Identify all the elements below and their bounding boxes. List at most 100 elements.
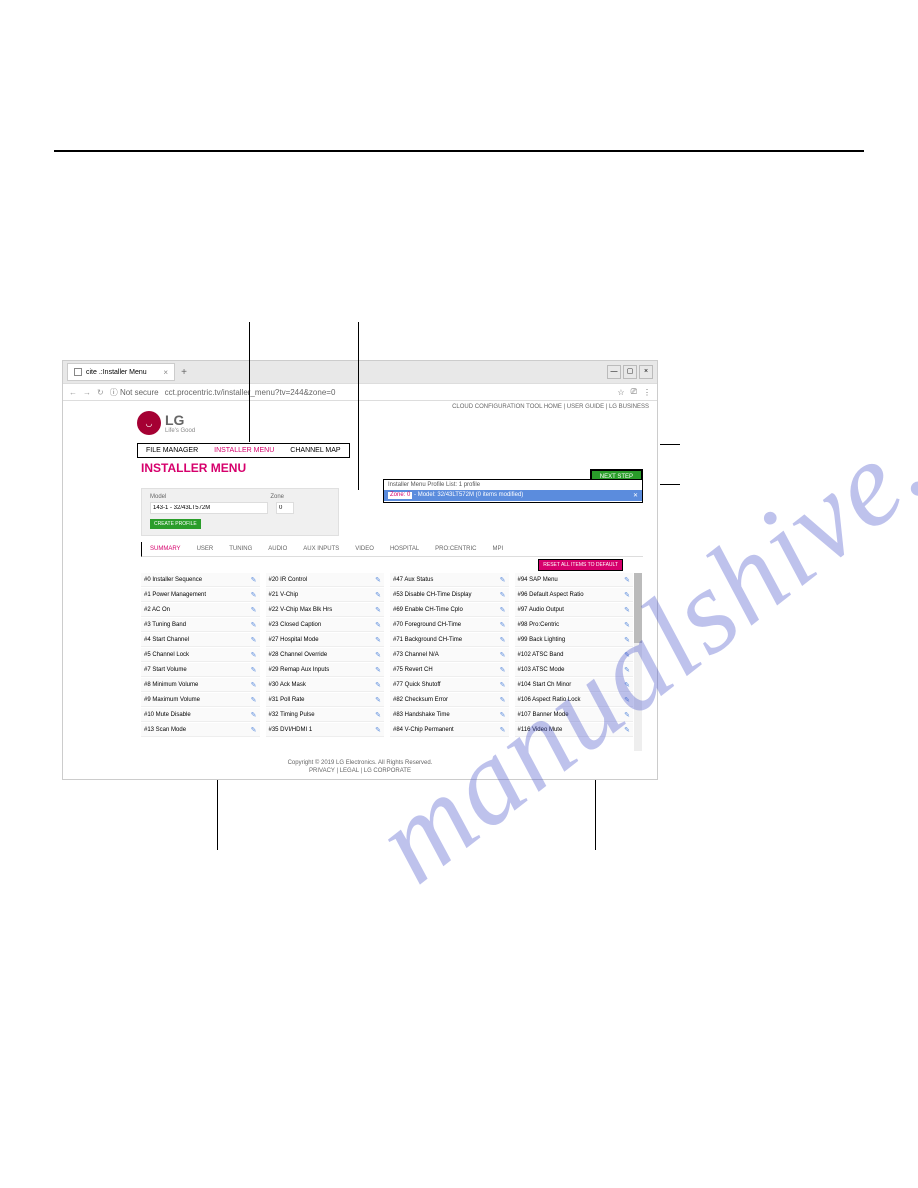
edit-icon[interactable]: ✎ bbox=[375, 591, 381, 599]
edit-icon[interactable]: ✎ bbox=[251, 576, 257, 584]
settings-item[interactable]: #7 Start Volume✎ bbox=[141, 663, 260, 677]
edit-icon[interactable]: ✎ bbox=[500, 636, 506, 644]
settings-item[interactable]: #29 Remap Aux Inputs✎ bbox=[266, 663, 385, 677]
settings-item[interactable]: #20 IR Control✎ bbox=[266, 573, 385, 587]
edit-icon[interactable]: ✎ bbox=[375, 696, 381, 704]
edit-icon[interactable]: ✎ bbox=[500, 681, 506, 689]
settings-item[interactable]: #21 V-Chip✎ bbox=[266, 588, 385, 602]
edit-icon[interactable]: ✎ bbox=[375, 726, 381, 734]
settings-item[interactable]: #9 Maximum Volume✎ bbox=[141, 693, 260, 707]
profile-list-entry[interactable]: Zone: 0 - Model: 32/43LT572M (0 items mo… bbox=[384, 490, 642, 501]
edit-icon[interactable]: ✎ bbox=[375, 636, 381, 644]
edit-icon[interactable]: ✎ bbox=[375, 606, 381, 614]
edit-icon[interactable]: ✎ bbox=[500, 651, 506, 659]
edit-icon[interactable]: ✎ bbox=[500, 591, 506, 599]
edit-icon[interactable]: ✎ bbox=[251, 621, 257, 629]
settings-item[interactable]: #27 Hospital Mode✎ bbox=[266, 633, 385, 647]
edit-icon[interactable]: ✎ bbox=[624, 726, 630, 734]
tab-aux-inputs[interactable]: AUX INPUTS bbox=[295, 542, 347, 556]
edit-icon[interactable]: ✎ bbox=[251, 696, 257, 704]
settings-item[interactable]: #13 Scan Mode✎ bbox=[141, 723, 260, 737]
edit-icon[interactable]: ✎ bbox=[375, 711, 381, 719]
model-input[interactable] bbox=[150, 502, 268, 514]
settings-item[interactable]: #30 Ack Mask✎ bbox=[266, 678, 385, 692]
edit-icon[interactable]: ✎ bbox=[251, 711, 257, 719]
settings-item[interactable]: #28 Channel Override✎ bbox=[266, 648, 385, 662]
settings-item[interactable]: #1 Power Management✎ bbox=[141, 588, 260, 602]
settings-item[interactable]: #35 DVI/HDMI 1✎ bbox=[266, 723, 385, 737]
settings-item[interactable]: #98 Pro:Centric✎ bbox=[515, 618, 634, 632]
edit-icon[interactable]: ✎ bbox=[375, 681, 381, 689]
settings-item[interactable]: #116 Video Mute✎ bbox=[515, 723, 634, 737]
tab-user[interactable]: USER bbox=[189, 542, 222, 556]
edit-icon[interactable]: ✎ bbox=[500, 711, 506, 719]
nav-channel-map[interactable]: CHANNEL MAP bbox=[282, 444, 348, 457]
settings-item[interactable]: #83 Handshake Time✎ bbox=[390, 708, 509, 722]
settings-item[interactable]: #4 Start Channel✎ bbox=[141, 633, 260, 647]
delete-icon[interactable]: ✕ bbox=[633, 492, 638, 499]
edit-icon[interactable]: ✎ bbox=[624, 711, 630, 719]
edit-icon[interactable]: ✎ bbox=[500, 576, 506, 584]
header-links[interactable]: CLOUD CONFIGURATION TOOL HOME | USER GUI… bbox=[452, 404, 649, 410]
edit-icon[interactable]: ✎ bbox=[500, 666, 506, 674]
settings-item[interactable]: #75 Revert CH✎ bbox=[390, 663, 509, 677]
menu-icon[interactable]: ⋮ bbox=[643, 388, 651, 397]
edit-icon[interactable]: ✎ bbox=[624, 696, 630, 704]
edit-icon[interactable]: ✎ bbox=[375, 576, 381, 584]
minimize-icon[interactable]: — bbox=[607, 365, 621, 379]
settings-item[interactable]: #69 Enable CH-Time Cplo✎ bbox=[390, 603, 509, 617]
url-text[interactable]: cct.procentric.tv/installer_menu?tv=244&… bbox=[165, 388, 612, 397]
maximize-icon[interactable]: ▢ bbox=[623, 365, 637, 379]
edit-icon[interactable]: ✎ bbox=[251, 636, 257, 644]
edit-icon[interactable]: ✎ bbox=[251, 666, 257, 674]
close-icon[interactable]: × bbox=[163, 368, 168, 377]
edit-icon[interactable]: ✎ bbox=[624, 666, 630, 674]
settings-item[interactable]: #23 Closed Caption✎ bbox=[266, 618, 385, 632]
reset-all-button[interactable]: RESET ALL ITEMS TO DEFAULT bbox=[538, 559, 623, 571]
settings-item[interactable]: #96 Default Aspect Ratio✎ bbox=[515, 588, 634, 602]
edit-icon[interactable]: ✎ bbox=[624, 576, 630, 584]
edit-icon[interactable]: ✎ bbox=[500, 726, 506, 734]
tab-video[interactable]: VIDEO bbox=[347, 542, 382, 556]
settings-item[interactable]: #102 ATSC Band✎ bbox=[515, 648, 634, 662]
settings-item[interactable]: #3 Tuning Band✎ bbox=[141, 618, 260, 632]
edit-icon[interactable]: ✎ bbox=[251, 591, 257, 599]
tab-hospital[interactable]: HOSPITAL bbox=[382, 542, 427, 556]
settings-item[interactable]: #94 SAP Menu✎ bbox=[515, 573, 634, 587]
edit-icon[interactable]: ✎ bbox=[375, 651, 381, 659]
settings-item[interactable]: #47 Aux Status✎ bbox=[390, 573, 509, 587]
settings-item[interactable]: #2 AC On✎ bbox=[141, 603, 260, 617]
edit-icon[interactable]: ✎ bbox=[624, 621, 630, 629]
edit-icon[interactable]: ✎ bbox=[375, 666, 381, 674]
settings-item[interactable]: #31 Poll Rate✎ bbox=[266, 693, 385, 707]
settings-item[interactable]: #106 Aspect Ratio Lock✎ bbox=[515, 693, 634, 707]
tab-summary[interactable]: SUMMARY bbox=[142, 542, 189, 556]
settings-item[interactable]: #84 V-Chip Permanent✎ bbox=[390, 723, 509, 737]
settings-item[interactable]: #82 Checksum Error✎ bbox=[390, 693, 509, 707]
settings-item[interactable]: #22 V-Chip Max Blk Hrs✎ bbox=[266, 603, 385, 617]
edit-icon[interactable]: ✎ bbox=[251, 681, 257, 689]
settings-item[interactable]: #104 Start Ch Minor✎ bbox=[515, 678, 634, 692]
settings-item[interactable]: #0 Installer Sequence✎ bbox=[141, 573, 260, 587]
edit-icon[interactable]: ✎ bbox=[375, 621, 381, 629]
settings-item[interactable]: #73 Channel N/A✎ bbox=[390, 648, 509, 662]
edit-icon[interactable]: ✎ bbox=[624, 651, 630, 659]
create-profile-button[interactable]: CREATE PROFILE bbox=[150, 519, 201, 529]
edit-icon[interactable]: ✎ bbox=[624, 681, 630, 689]
nav-file-manager[interactable]: FILE MANAGER bbox=[138, 444, 206, 457]
settings-item[interactable]: #10 Mute Disable✎ bbox=[141, 708, 260, 722]
edit-icon[interactable]: ✎ bbox=[624, 636, 630, 644]
profile-icon[interactable]: ⎚ bbox=[631, 387, 637, 397]
zone-input[interactable] bbox=[276, 502, 294, 514]
tab-tuning[interactable]: TUNING bbox=[221, 542, 260, 556]
back-icon[interactable]: ← bbox=[69, 388, 77, 397]
new-tab-button[interactable]: + bbox=[175, 367, 193, 378]
close-window-icon[interactable]: × bbox=[639, 365, 653, 379]
settings-item[interactable]: #103 ATSC Mode✎ bbox=[515, 663, 634, 677]
star-icon[interactable]: ☆ bbox=[617, 388, 624, 397]
settings-item[interactable]: #71 Background CH-Time✎ bbox=[390, 633, 509, 647]
settings-item[interactable]: #77 Quick Shutoff✎ bbox=[390, 678, 509, 692]
settings-item[interactable]: #32 Timing Pulse✎ bbox=[266, 708, 385, 722]
settings-item[interactable]: #53 Disable CH-Time Display✎ bbox=[390, 588, 509, 602]
edit-icon[interactable]: ✎ bbox=[251, 606, 257, 614]
